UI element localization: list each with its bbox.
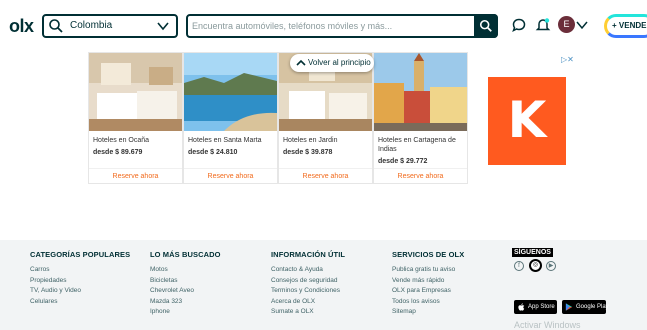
hotel-name: Hoteles en Jardin	[283, 137, 338, 144]
hotel-price: desde $ 24.810	[188, 149, 238, 156]
adchoices-icon[interactable]: ▷✕	[561, 55, 574, 64]
facebook-icon[interactable]: f	[514, 261, 524, 271]
google-play-icon	[565, 303, 573, 311]
google-play-label: Google Play	[576, 304, 609, 310]
footer-link[interactable]: Consejos de seguridad	[271, 276, 345, 287]
footer-column-title: LO MÁS BUSCADO	[150, 250, 221, 259]
chevron-down-icon	[157, 22, 169, 31]
footer-link[interactable]: Sitemap	[392, 307, 464, 318]
footer-link[interactable]: Carros	[30, 265, 130, 276]
footer-link[interactable]: Mazda 323	[150, 297, 221, 308]
activate-windows-watermark: Activar Windows	[514, 320, 581, 330]
footer-link[interactable]: Bicicletas	[150, 276, 221, 287]
footer-link[interactable]: Propiedades	[30, 276, 130, 287]
location-value: Colombia	[70, 20, 113, 31]
hotel-card[interactable]: Hoteles en Ocaña desde $ 89.679 Reserve …	[88, 52, 183, 184]
footer-link[interactable]: Sumate a OLX	[271, 307, 345, 318]
hotel-image	[374, 53, 467, 131]
footer-link[interactable]: Terminos y Condiciones	[271, 286, 345, 297]
reserve-link[interactable]: Reserve ahora	[89, 168, 182, 180]
hotel-price: desde $ 89.679	[93, 149, 143, 156]
footer-link[interactable]: Chevrolet Aveo	[150, 286, 221, 297]
hotel-price: desde $ 29.772	[378, 158, 428, 165]
back-to-top-button[interactable]: Volver al principio	[290, 54, 374, 72]
search-bar[interactable]: Encuentra automóviles, teléfonos móviles…	[186, 14, 498, 38]
footer-link[interactable]: Contacto & Ayuda	[271, 265, 345, 276]
top-header: olx Colombia Encuentra automóviles, telé…	[0, 0, 647, 50]
chevron-up-icon	[296, 59, 306, 66]
chat-icon[interactable]	[511, 17, 527, 33]
footer-link[interactable]: Publica gratis tu aviso	[392, 265, 464, 276]
hotel-name: Hoteles en Cartagena de Indias	[378, 137, 456, 153]
follow-us-title: SÍGUENOS	[512, 248, 553, 257]
location-select[interactable]: Colombia	[42, 14, 178, 38]
google-play-badge[interactable]: Google Play	[562, 300, 609, 314]
brand-logo-tile[interactable]: K	[488, 77, 566, 165]
reserve-link[interactable]: Reserve ahora	[279, 168, 372, 180]
footer-link[interactable]: TV, Audio y Video	[30, 286, 130, 297]
hotel-name: Hoteles en Ocaña	[93, 137, 150, 144]
instagram-icon[interactable]: ◎	[529, 259, 542, 272]
footer-column-title: INFORMACIÓN ÚTIL	[271, 250, 346, 259]
hotel-image	[184, 53, 277, 131]
footer-link[interactable]: Acerca de OLX	[271, 297, 345, 308]
footer-link[interactable]: Todos los avisos	[392, 297, 464, 308]
ad-banner[interactable]: Hoteles en Ocaña desde $ 89.679 Reserve …	[88, 52, 576, 185]
olx-logo[interactable]: olx	[9, 16, 34, 37]
footer-link[interactable]: Motos	[150, 265, 221, 276]
search-input[interactable]: Encuentra automóviles, teléfonos móviles…	[192, 21, 392, 31]
sell-button[interactable]: + VENDER	[604, 14, 647, 38]
avatar[interactable]: E	[558, 16, 575, 33]
hotel-card[interactable]: Hoteles en Santa Marta desde $ 24.810 Re…	[183, 52, 278, 184]
youtube-icon[interactable]: ▶	[546, 261, 556, 271]
search-button[interactable]	[474, 14, 498, 38]
app-store-badge[interactable]: App Store	[514, 300, 557, 314]
app-store-label: App Store	[528, 304, 555, 310]
footer-column: LO MÁS BUSCADO Motos Bicicletas Chevrole…	[150, 250, 221, 318]
footer-link[interactable]: OLX para Empresas	[392, 286, 464, 297]
search-icon	[49, 19, 63, 33]
hotel-name: Hoteles en Santa Marta	[188, 137, 262, 144]
notification-bell-icon[interactable]	[535, 17, 551, 33]
apple-icon	[518, 303, 525, 311]
footer-link[interactable]: Iphone	[150, 307, 221, 318]
back-to-top-label: Volver al principio	[308, 58, 371, 67]
footer-column: INFORMACIÓN ÚTIL Contacto & Ayuda Consej…	[271, 250, 345, 318]
footer-link[interactable]: Vende más rápido	[392, 276, 464, 287]
footer-link[interactable]: Celulares	[30, 297, 130, 308]
footer-column-title: CATEGORÍAS POPULARES	[30, 250, 131, 259]
reserve-link[interactable]: Reserve ahora	[374, 168, 467, 180]
hotel-image	[89, 53, 182, 131]
chevron-down-icon[interactable]	[576, 20, 588, 30]
footer-column-title: SERVICIOS DE OLX	[392, 250, 465, 259]
footer-column: CATEGORÍAS POPULARES Carros Propiedades …	[30, 250, 130, 307]
hotel-price: desde $ 39.878	[283, 149, 333, 156]
hotel-card[interactable]: Hoteles en Cartagena de Indias desde $ 2…	[373, 52, 468, 184]
brand-letter: K	[507, 91, 547, 149]
reserve-link[interactable]: Reserve ahora	[184, 168, 277, 180]
site-footer: CATEGORÍAS POPULARES Carros Propiedades …	[0, 240, 647, 330]
footer-column: SERVICIOS DE OLX Publica gratis tu aviso…	[392, 250, 464, 318]
search-icon	[479, 19, 492, 32]
